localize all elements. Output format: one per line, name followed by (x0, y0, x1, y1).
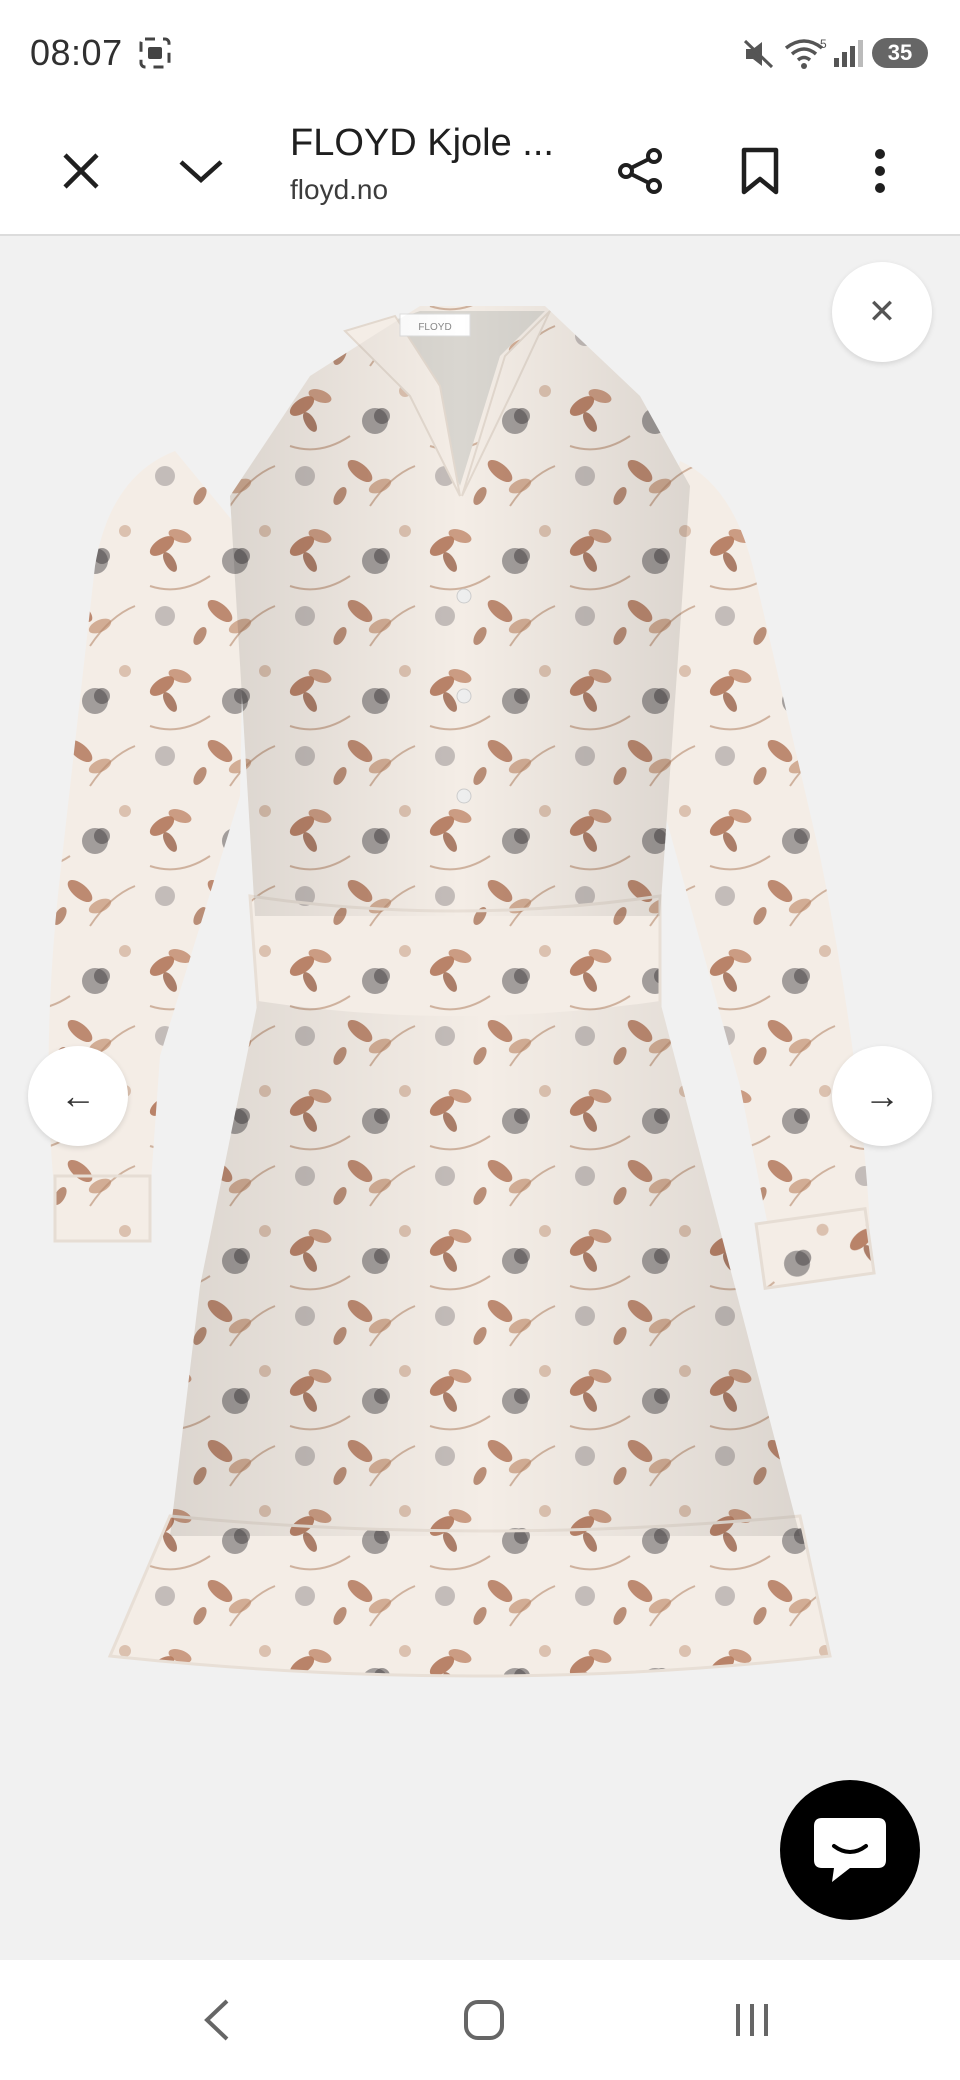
battery-icon: 35 (872, 38, 928, 68)
browser-toolbar: FLOYD Kjole ... floyd.no (0, 108, 960, 236)
chevron-down-icon (179, 160, 223, 184)
back-icon (204, 1999, 229, 2041)
chat-button[interactable] (780, 1780, 920, 1920)
wifi-icon: 5 (784, 37, 827, 69)
next-image-button[interactable]: → (832, 1046, 932, 1146)
close-icon: ✕ (867, 293, 897, 331)
close-tab-button[interactable] (46, 136, 116, 206)
minimize-button[interactable] (166, 136, 236, 206)
status-bar: 08:07 5 35 (0, 0, 960, 108)
close-gallery-button[interactable]: ✕ (832, 262, 932, 362)
status-time: 08:07 (30, 32, 123, 73)
recents-icon (736, 2004, 768, 2036)
back-button[interactable] (176, 1990, 256, 2050)
mute-icon (743, 39, 774, 69)
page-title: FLOYD Kjole ... (290, 122, 554, 164)
product-image: FLOYD (48, 306, 876, 1678)
signal-icon (834, 40, 863, 67)
page-url[interactable]: floyd.no (290, 174, 388, 206)
bookmark-icon (741, 147, 779, 195)
bookmark-button[interactable] (725, 136, 795, 206)
product-image-viewer: FLOYD ✕ ← → (0, 236, 960, 1960)
battery-level: 35 (887, 40, 913, 65)
arrow-right-icon: → (864, 1075, 900, 1116)
share-icon (618, 148, 662, 194)
system-nav-bar (0, 1960, 960, 2080)
previous-image-button[interactable]: ← (28, 1046, 128, 1146)
chat-bubble-icon (814, 1818, 886, 1882)
screen-record-icon (139, 37, 171, 69)
svg-text:5: 5 (820, 37, 827, 51)
home-button[interactable] (444, 1990, 524, 2050)
recents-button[interactable] (712, 1990, 792, 2050)
share-button[interactable] (606, 136, 676, 206)
close-icon (63, 153, 99, 189)
more-vert-icon (875, 149, 885, 193)
more-options-button[interactable] (845, 136, 915, 206)
arrow-left-icon: ← (60, 1075, 96, 1116)
home-icon (464, 2000, 504, 2040)
